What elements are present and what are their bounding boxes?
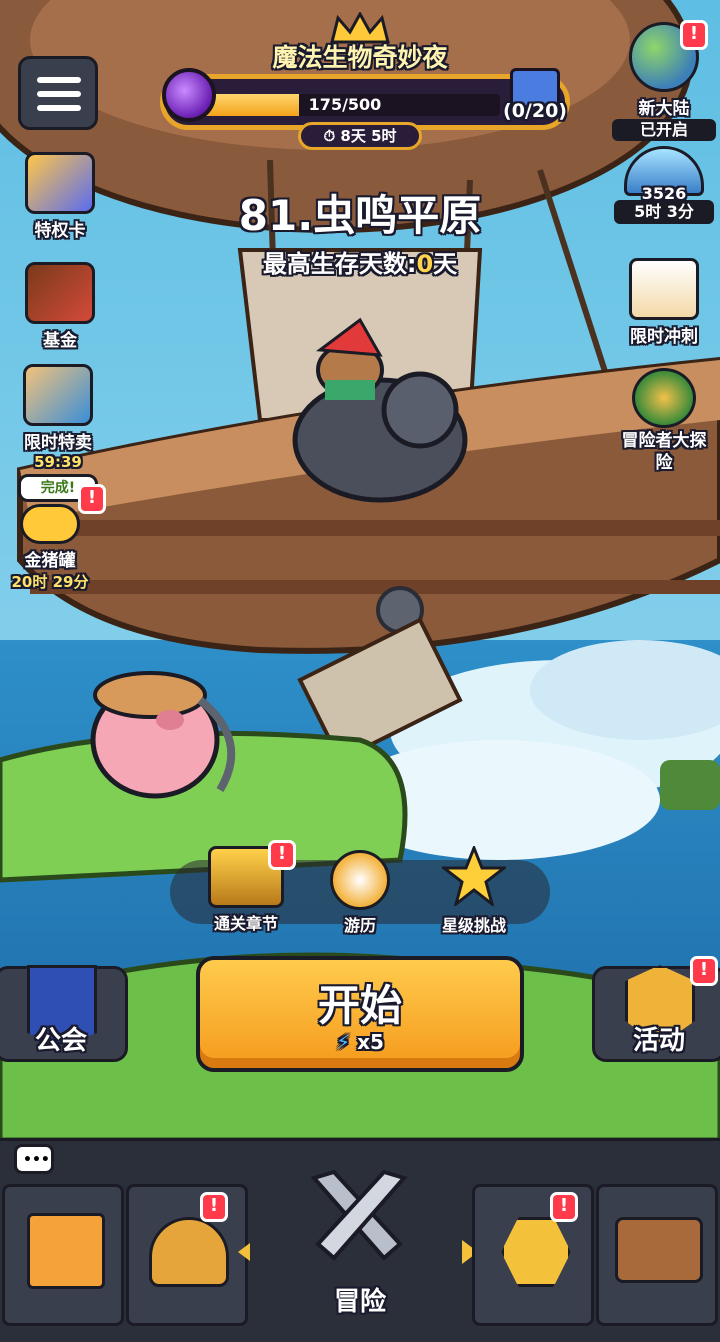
chat-button[interactable]: ••• bbox=[14, 1144, 54, 1174]
nav-tab-treasure[interactable] bbox=[596, 1184, 718, 1326]
gift-count: (0/20) bbox=[503, 100, 567, 122]
new-continent-status: 已开启 bbox=[612, 119, 716, 141]
shop-icon bbox=[27, 1213, 105, 1289]
stage-subtitle-prefix: 最高生存天数: bbox=[262, 250, 417, 278]
new-continent-label: 新大陆 bbox=[638, 99, 690, 119]
start-cost-value: x5 bbox=[357, 1030, 384, 1054]
guild-button[interactable]: 公会 bbox=[0, 965, 128, 1062]
star-challenge-label: 星级挑战 bbox=[441, 916, 506, 935]
activity-label: 活动 bbox=[632, 1026, 685, 1056]
event-progress-text: 175/500 bbox=[308, 95, 382, 114]
treasure-chest-icon bbox=[615, 1217, 703, 1283]
piggy-bank-timer: 20时 29分 bbox=[11, 573, 89, 591]
stage-subtitle-suffix: 天 bbox=[433, 250, 458, 278]
travel-button[interactable]: 游历 bbox=[300, 850, 420, 936]
magic-orb-icon bbox=[162, 68, 216, 122]
adventurer-button[interactable]: 冒险者大探险 bbox=[614, 368, 714, 474]
limited-sale-icon bbox=[23, 364, 93, 426]
piggy-alert-badge: ! bbox=[78, 484, 106, 514]
stopwatch-icon: ⏱ bbox=[323, 127, 336, 145]
nav-tab-equipment[interactable] bbox=[126, 1184, 248, 1326]
star-icon bbox=[439, 843, 509, 908]
piggy-bank-label: 金猪罐 bbox=[24, 551, 76, 571]
star-challenge-button[interactable]: 星级挑战 bbox=[414, 843, 534, 936]
event-timer-text: 8天 5时 bbox=[340, 127, 397, 145]
chapters-label: 通关章节 bbox=[213, 914, 278, 933]
adventurer-label: 冒险者大探险 bbox=[621, 431, 707, 473]
piggy-bank-icon bbox=[20, 504, 80, 544]
limited-sale-timer: 59:39 bbox=[34, 453, 82, 471]
limited-sale-label: 限时特卖 bbox=[24, 433, 92, 453]
nav-adventure-label: 冒险 bbox=[333, 1287, 386, 1317]
nav-tab-adventure[interactable]: 冒险 bbox=[250, 1169, 470, 1326]
guild-label: 公会 bbox=[34, 1026, 87, 1056]
upgrade-badge: ! bbox=[550, 1192, 578, 1222]
chat-icon: ••• bbox=[23, 1152, 50, 1168]
start-cost: ⚡ x5 bbox=[200, 1030, 520, 1054]
start-label: 开始 bbox=[317, 981, 402, 1030]
stage-survival-days: 0 bbox=[416, 250, 434, 278]
crossed-swords-icon bbox=[310, 1169, 408, 1261]
activity-badge: ! bbox=[690, 956, 718, 986]
stage-subtitle: 最高生存天数:0天 bbox=[0, 244, 720, 279]
limited-sale-button[interactable]: 限时特卖 59:39 bbox=[8, 364, 108, 471]
limited-sprint-label: 限时冲刺 bbox=[630, 327, 698, 347]
travel-label: 游历 bbox=[343, 916, 376, 935]
event-banner[interactable]: 魔法生物奇妙夜 175/500 (0/20) ⏱ 8天 5时 bbox=[130, 12, 590, 152]
chapters-badge: ! bbox=[268, 840, 296, 870]
start-button[interactable]: 开始 ⚡ x5 bbox=[196, 956, 524, 1072]
menu-button[interactable] bbox=[18, 56, 98, 130]
event-timer: ⏱ 8天 5时 bbox=[298, 122, 422, 150]
nav-tab-shop[interactable] bbox=[2, 1184, 124, 1326]
upgrade-arrow-icon bbox=[501, 1217, 571, 1287]
menu-icon-line bbox=[37, 91, 81, 97]
fund-label: 基金 bbox=[43, 331, 77, 351]
energy-icon: ⚡ bbox=[336, 1030, 351, 1054]
compass-wreath-icon bbox=[632, 368, 696, 428]
new-continent-badge: ! bbox=[680, 20, 708, 50]
menu-icon bbox=[37, 77, 81, 83]
equipment-badge: ! bbox=[200, 1192, 228, 1222]
menu-icon-line bbox=[37, 105, 81, 111]
helmet-icon bbox=[149, 1217, 229, 1287]
stage-title: 81.虫鸣平原 bbox=[238, 191, 482, 240]
compass-icon bbox=[330, 850, 390, 910]
